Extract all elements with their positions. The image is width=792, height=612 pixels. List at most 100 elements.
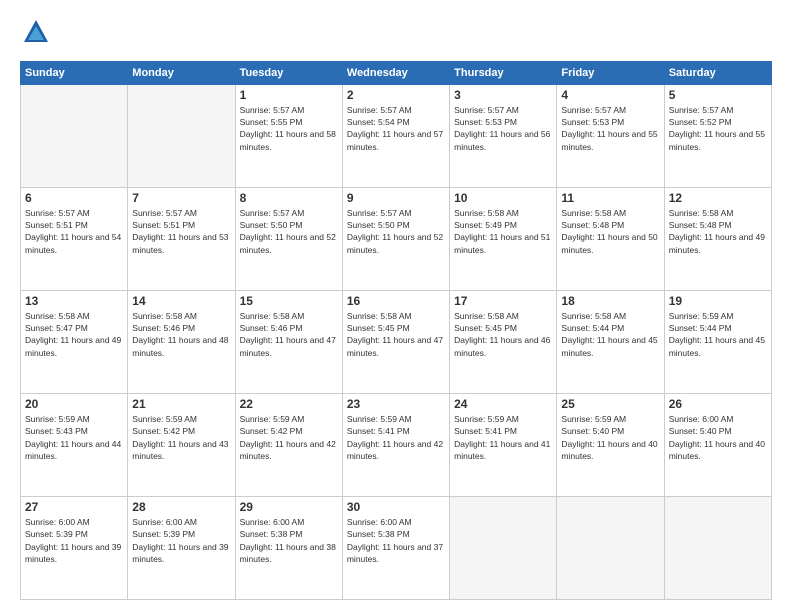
day-info: Sunrise: 5:57 AM Sunset: 5:51 PM Dayligh… — [132, 207, 230, 256]
day-number: 21 — [132, 397, 230, 411]
calendar-day-header: Sunday — [21, 61, 128, 84]
daylight-label: Daylight: 11 hours and 40 minutes. — [669, 439, 765, 461]
day-number: 11 — [561, 191, 659, 205]
calendar-day-header: Saturday — [664, 61, 771, 84]
calendar-day-cell: 2 Sunrise: 5:57 AM Sunset: 5:54 PM Dayli… — [342, 84, 449, 187]
calendar-week-row: 27 Sunrise: 6:00 AM Sunset: 5:39 PM Dayl… — [21, 496, 772, 599]
sunrise-label: Sunrise: 5:57 AM — [25, 208, 90, 218]
sunset-label: Sunset: 5:53 PM — [454, 117, 517, 127]
day-info: Sunrise: 5:58 AM Sunset: 5:47 PM Dayligh… — [25, 310, 123, 359]
day-number: 20 — [25, 397, 123, 411]
day-number: 15 — [240, 294, 338, 308]
calendar-week-row: 13 Sunrise: 5:58 AM Sunset: 5:47 PM Dayl… — [21, 290, 772, 393]
calendar-day-cell: 13 Sunrise: 5:58 AM Sunset: 5:47 PM Dayl… — [21, 290, 128, 393]
sunset-label: Sunset: 5:48 PM — [561, 220, 624, 230]
calendar-day-header: Wednesday — [342, 61, 449, 84]
sunrise-label: Sunrise: 6:00 AM — [25, 517, 90, 527]
calendar-day-cell: 26 Sunrise: 6:00 AM Sunset: 5:40 PM Dayl… — [664, 393, 771, 496]
calendar-table: SundayMondayTuesdayWednesdayThursdayFrid… — [20, 61, 772, 600]
sunrise-label: Sunrise: 5:58 AM — [347, 311, 412, 321]
calendar-day-cell: 28 Sunrise: 6:00 AM Sunset: 5:39 PM Dayl… — [128, 496, 235, 599]
sunrise-label: Sunrise: 5:57 AM — [347, 208, 412, 218]
sunset-label: Sunset: 5:46 PM — [132, 323, 195, 333]
sunrise-label: Sunrise: 5:57 AM — [132, 208, 197, 218]
day-info: Sunrise: 5:58 AM Sunset: 5:46 PM Dayligh… — [132, 310, 230, 359]
sunrise-label: Sunrise: 5:58 AM — [132, 311, 197, 321]
sunset-label: Sunset: 5:40 PM — [669, 426, 732, 436]
day-info: Sunrise: 5:57 AM Sunset: 5:53 PM Dayligh… — [561, 104, 659, 153]
daylight-label: Daylight: 11 hours and 56 minutes. — [454, 129, 550, 151]
sunset-label: Sunset: 5:46 PM — [240, 323, 303, 333]
daylight-label: Daylight: 11 hours and 41 minutes. — [454, 439, 550, 461]
sunrise-label: Sunrise: 5:59 AM — [347, 414, 412, 424]
day-info: Sunrise: 5:57 AM Sunset: 5:52 PM Dayligh… — [669, 104, 767, 153]
daylight-label: Daylight: 11 hours and 52 minutes. — [240, 232, 336, 254]
calendar-day-header: Friday — [557, 61, 664, 84]
day-number: 17 — [454, 294, 552, 308]
daylight-label: Daylight: 11 hours and 51 minutes. — [454, 232, 550, 254]
sunrise-label: Sunrise: 5:57 AM — [454, 105, 519, 115]
day-info: Sunrise: 5:58 AM Sunset: 5:44 PM Dayligh… — [561, 310, 659, 359]
calendar-week-row: 6 Sunrise: 5:57 AM Sunset: 5:51 PM Dayli… — [21, 187, 772, 290]
sunrise-label: Sunrise: 5:57 AM — [561, 105, 626, 115]
sunset-label: Sunset: 5:50 PM — [240, 220, 303, 230]
calendar-day-cell: 22 Sunrise: 5:59 AM Sunset: 5:42 PM Dayl… — [235, 393, 342, 496]
day-number: 1 — [240, 88, 338, 102]
day-number: 8 — [240, 191, 338, 205]
sunrise-label: Sunrise: 5:57 AM — [669, 105, 734, 115]
calendar-day-cell — [557, 496, 664, 599]
sunrise-label: Sunrise: 5:58 AM — [561, 208, 626, 218]
day-number: 4 — [561, 88, 659, 102]
day-info: Sunrise: 5:57 AM Sunset: 5:53 PM Dayligh… — [454, 104, 552, 153]
page: SundayMondayTuesdayWednesdayThursdayFrid… — [0, 0, 792, 612]
day-number: 9 — [347, 191, 445, 205]
day-number: 6 — [25, 191, 123, 205]
sunset-label: Sunset: 5:42 PM — [240, 426, 303, 436]
day-number: 26 — [669, 397, 767, 411]
sunrise-label: Sunrise: 5:58 AM — [240, 311, 305, 321]
calendar-day-cell: 23 Sunrise: 5:59 AM Sunset: 5:41 PM Dayl… — [342, 393, 449, 496]
day-number: 5 — [669, 88, 767, 102]
sunrise-label: Sunrise: 5:57 AM — [240, 208, 305, 218]
sunrise-label: Sunrise: 5:59 AM — [454, 414, 519, 424]
sunset-label: Sunset: 5:38 PM — [347, 529, 410, 539]
day-number: 28 — [132, 500, 230, 514]
sunset-label: Sunset: 5:39 PM — [25, 529, 88, 539]
day-number: 3 — [454, 88, 552, 102]
logo-icon — [22, 18, 50, 46]
daylight-label: Daylight: 11 hours and 55 minutes. — [561, 129, 657, 151]
daylight-label: Daylight: 11 hours and 37 minutes. — [347, 542, 443, 564]
daylight-label: Daylight: 11 hours and 53 minutes. — [132, 232, 228, 254]
sunset-label: Sunset: 5:41 PM — [347, 426, 410, 436]
day-info: Sunrise: 5:57 AM Sunset: 5:51 PM Dayligh… — [25, 207, 123, 256]
day-info: Sunrise: 6:00 AM Sunset: 5:38 PM Dayligh… — [240, 516, 338, 565]
calendar-day-header: Tuesday — [235, 61, 342, 84]
day-number: 14 — [132, 294, 230, 308]
day-number: 30 — [347, 500, 445, 514]
calendar-header-row: SundayMondayTuesdayWednesdayThursdayFrid… — [21, 61, 772, 84]
calendar-day-cell: 19 Sunrise: 5:59 AM Sunset: 5:44 PM Dayl… — [664, 290, 771, 393]
calendar-day-cell — [664, 496, 771, 599]
sunset-label: Sunset: 5:49 PM — [454, 220, 517, 230]
sunset-label: Sunset: 5:51 PM — [25, 220, 88, 230]
daylight-label: Daylight: 11 hours and 42 minutes. — [240, 439, 336, 461]
calendar-day-cell: 17 Sunrise: 5:58 AM Sunset: 5:45 PM Dayl… — [450, 290, 557, 393]
calendar-day-cell: 10 Sunrise: 5:58 AM Sunset: 5:49 PM Dayl… — [450, 187, 557, 290]
daylight-label: Daylight: 11 hours and 40 minutes. — [561, 439, 657, 461]
calendar-day-cell: 9 Sunrise: 5:57 AM Sunset: 5:50 PM Dayli… — [342, 187, 449, 290]
daylight-label: Daylight: 11 hours and 57 minutes. — [347, 129, 443, 151]
sunrise-label: Sunrise: 5:58 AM — [454, 208, 519, 218]
sunset-label: Sunset: 5:48 PM — [669, 220, 732, 230]
sunset-label: Sunset: 5:44 PM — [669, 323, 732, 333]
sunrise-label: Sunrise: 6:00 AM — [669, 414, 734, 424]
day-number: 18 — [561, 294, 659, 308]
sunset-label: Sunset: 5:40 PM — [561, 426, 624, 436]
sunrise-label: Sunrise: 5:59 AM — [132, 414, 197, 424]
calendar-day-cell: 21 Sunrise: 5:59 AM Sunset: 5:42 PM Dayl… — [128, 393, 235, 496]
daylight-label: Daylight: 11 hours and 52 minutes. — [347, 232, 443, 254]
daylight-label: Daylight: 11 hours and 45 minutes. — [561, 335, 657, 357]
calendar-day-cell: 1 Sunrise: 5:57 AM Sunset: 5:55 PM Dayli… — [235, 84, 342, 187]
day-info: Sunrise: 5:59 AM Sunset: 5:41 PM Dayligh… — [454, 413, 552, 462]
daylight-label: Daylight: 11 hours and 49 minutes. — [669, 232, 765, 254]
day-info: Sunrise: 5:57 AM Sunset: 5:50 PM Dayligh… — [240, 207, 338, 256]
